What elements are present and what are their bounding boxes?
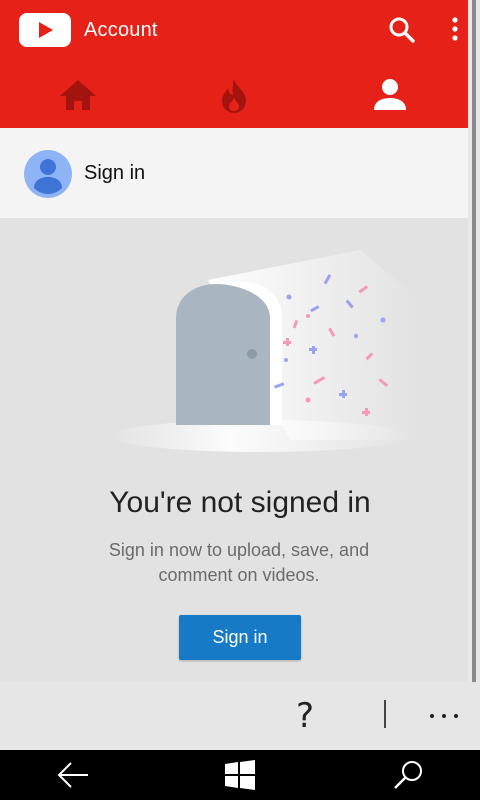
avatar-icon [24, 150, 72, 198]
home-icon [60, 80, 96, 110]
more-horizontal-icon[interactable] [428, 712, 464, 720]
youtube-logo-icon[interactable] [19, 13, 71, 47]
back-arrow-icon[interactable] [56, 760, 90, 790]
tab-bar [0, 62, 468, 128]
flame-icon [222, 79, 246, 113]
tab-account[interactable] [312, 62, 468, 128]
more-vertical-icon[interactable] [444, 12, 464, 48]
scrollbar-thumb[interactable] [472, 0, 476, 682]
sign-in-button[interactable]: Sign in [179, 615, 301, 660]
tab-trending[interactable] [156, 62, 312, 128]
empty-state-subtext: Sign in now to upload, save, and comment… [108, 540, 370, 585]
app-bar: ? [0, 682, 480, 750]
empty-state-heading: You're not signed in [109, 486, 371, 519]
scrollbar[interactable] [468, 0, 480, 682]
appbar-divider [384, 700, 386, 728]
help-icon[interactable]: ? [296, 696, 314, 736]
windows-logo-icon[interactable] [224, 760, 256, 790]
search-icon[interactable] [384, 12, 420, 48]
signin-row[interactable]: Sign in [0, 128, 468, 218]
signin-row-label: Sign in [84, 162, 146, 184]
app-window: Account Sign in You're not signed in Sig… [0, 0, 468, 682]
title-bar: Account [0, 0, 468, 62]
page-title: Account [84, 19, 158, 41]
system-nav-bar [0, 750, 480, 800]
search-icon[interactable] [392, 758, 426, 792]
open-door-illustration [110, 250, 420, 452]
tab-home[interactable] [0, 62, 156, 128]
person-icon [374, 79, 406, 110]
app-header: Account [0, 0, 468, 128]
